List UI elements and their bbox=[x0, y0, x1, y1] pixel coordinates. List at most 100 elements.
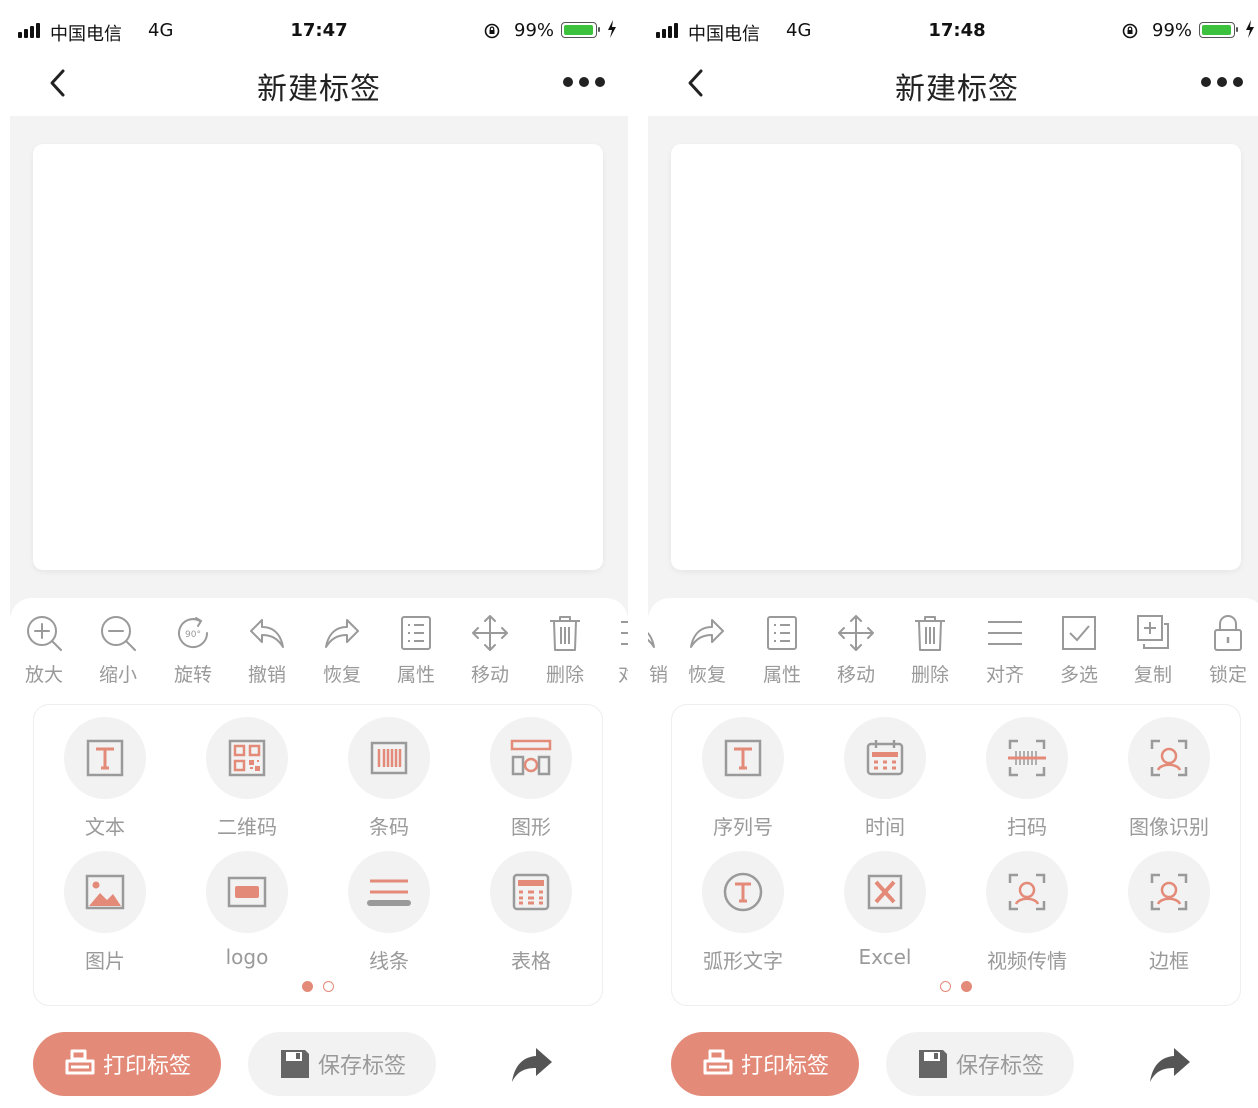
tool-label: 对齐 bbox=[985, 664, 1024, 686]
barcode-icon bbox=[370, 741, 408, 775]
tool-label: 缩小 bbox=[98, 664, 137, 686]
more-icon[interactable] bbox=[1200, 72, 1244, 92]
palette-label: 文本 bbox=[85, 815, 125, 839]
tool-label: 复制 bbox=[1133, 664, 1172, 686]
tool-properties[interactable]: 属性 bbox=[752, 612, 812, 688]
palette-item-shape[interactable]: 图形 bbox=[460, 717, 602, 839]
tool-label: 恢复 bbox=[687, 664, 726, 686]
save-label-text: 保存标签 bbox=[317, 1054, 406, 1079]
orientation-lock-icon bbox=[1122, 23, 1138, 39]
line-icon bbox=[367, 879, 411, 906]
palette-item-serial-number[interactable]: 序列号 bbox=[672, 717, 814, 839]
status-bar: 中国电信 4G 17:47 99% bbox=[10, 0, 628, 60]
properties-icon bbox=[767, 616, 797, 650]
tool-delete[interactable]: 删除 bbox=[535, 612, 595, 688]
palette-label: 视频传情 bbox=[987, 949, 1067, 973]
palette-item-arc-text[interactable]: 弧形文字 bbox=[672, 851, 814, 973]
move-icon bbox=[838, 615, 874, 651]
page-title: 新建标签 bbox=[257, 72, 381, 107]
battery-icon bbox=[561, 22, 600, 38]
palette-item-scan[interactable]: 扫码 bbox=[956, 717, 1098, 839]
tool-undo[interactable]: 销 bbox=[648, 612, 668, 688]
tool-zoom-in[interactable]: 放大 bbox=[14, 612, 74, 688]
undo-icon bbox=[648, 631, 655, 648]
palette-label: logo bbox=[225, 945, 269, 969]
page-indicator bbox=[34, 981, 602, 995]
palette-label: 图片 bbox=[85, 949, 125, 973]
tool-multiselect[interactable]: 多选 bbox=[1049, 612, 1109, 688]
tool-copy[interactable]: 复制 bbox=[1123, 612, 1183, 688]
page-dot-active[interactable] bbox=[961, 981, 972, 992]
print-label-button[interactable]: 打印标签 bbox=[33, 1032, 221, 1096]
redo-icon bbox=[690, 619, 724, 648]
tool-lock[interactable]: 锁定 bbox=[1198, 612, 1258, 688]
page-dot-active[interactable] bbox=[302, 981, 313, 992]
palette-item-time[interactable]: 时间 bbox=[814, 717, 956, 839]
save-label-button[interactable]: 保存标签 bbox=[886, 1032, 1074, 1096]
palette-label: 扫码 bbox=[1007, 815, 1047, 839]
floppy-disk-icon bbox=[280, 1050, 309, 1078]
tool-properties[interactable]: 属性 bbox=[386, 612, 446, 688]
palette-label: 时间 bbox=[865, 815, 905, 839]
print-label-text: 打印标签 bbox=[740, 1054, 829, 1079]
tool-move[interactable]: 移动 bbox=[460, 612, 520, 688]
label-canvas[interactable] bbox=[33, 144, 603, 570]
tool-zoom-out[interactable]: 缩小 bbox=[88, 612, 148, 688]
tool-panel: 销 恢复 属性 移动 删除 对齐 多选 复制 锁定 序列号 时间 扫码 图像识别… bbox=[648, 598, 1258, 1108]
tool-delete[interactable]: 删除 bbox=[900, 612, 960, 688]
share-icon[interactable] bbox=[1148, 1044, 1192, 1084]
logo-icon bbox=[227, 876, 267, 908]
more-icon[interactable] bbox=[562, 72, 606, 92]
palette-item-logo[interactable]: logo bbox=[176, 851, 318, 971]
palette-item-excel[interactable]: Excel bbox=[814, 851, 956, 971]
scan-icon bbox=[1008, 739, 1046, 777]
lock-icon bbox=[1214, 615, 1242, 651]
tool-label: 移动 bbox=[470, 664, 509, 686]
tool-rotate[interactable]: 90° 旋转 bbox=[163, 612, 223, 688]
palette-item-barcode[interactable]: 条码 bbox=[318, 717, 460, 839]
move-icon bbox=[472, 615, 508, 651]
palette-item-table[interactable]: 表格 bbox=[460, 851, 602, 973]
label-canvas[interactable] bbox=[671, 144, 1241, 570]
palette-label: 序列号 bbox=[713, 815, 773, 839]
delete-icon bbox=[915, 616, 945, 651]
palette-item-text[interactable]: 文本 bbox=[34, 717, 176, 839]
palette-item-image-recognition[interactable]: 图像识别 bbox=[1098, 717, 1240, 839]
tool-label: 旋转 bbox=[173, 664, 212, 686]
tool-undo[interactable]: 撤销 bbox=[237, 612, 297, 688]
tool-label: 属性 bbox=[396, 664, 435, 686]
tool-panel: 放大 缩小 90° 旋转 撤销 恢复 属性 移动 删除 对 文本 二维码 条码 … bbox=[10, 598, 628, 1108]
tool-align[interactable]: 对齐 bbox=[975, 612, 1035, 688]
svg-text:90°: 90° bbox=[185, 630, 201, 640]
text-icon bbox=[86, 739, 124, 777]
page-dot[interactable] bbox=[323, 981, 334, 992]
save-label-button[interactable]: 保存标签 bbox=[248, 1032, 436, 1096]
page-title: 新建标签 bbox=[895, 72, 1019, 107]
tool-redo[interactable]: 恢复 bbox=[677, 612, 737, 688]
nav-bar: 新建标签 bbox=[10, 60, 628, 116]
palette-item-line[interactable]: 线条 bbox=[318, 851, 460, 973]
palette-item-qrcode[interactable]: 二维码 bbox=[176, 717, 318, 839]
tool-move[interactable]: 移动 bbox=[826, 612, 886, 688]
page-dot[interactable] bbox=[940, 981, 951, 992]
tool-label: 属性 bbox=[762, 664, 801, 686]
printer-icon bbox=[703, 1049, 733, 1075]
charging-icon bbox=[608, 20, 616, 38]
palette-label: 条码 bbox=[369, 815, 409, 839]
text-icon bbox=[724, 739, 762, 777]
print-label-button[interactable]: 打印标签 bbox=[671, 1032, 859, 1096]
multiselect-icon bbox=[1062, 616, 1096, 650]
shape-icon bbox=[510, 739, 552, 776]
share-icon[interactable] bbox=[510, 1044, 554, 1084]
tool-align[interactable]: 对 bbox=[618, 612, 628, 688]
palette-item-image[interactable]: 图片 bbox=[34, 851, 176, 973]
palette-label: 线条 bbox=[369, 949, 409, 973]
battery-icon bbox=[1199, 22, 1238, 38]
delete-icon bbox=[550, 616, 580, 651]
tool-label: 锁定 bbox=[1208, 664, 1247, 686]
palette-item-video[interactable]: 视频传情 bbox=[956, 851, 1098, 973]
palette-item-border[interactable]: 边框 bbox=[1098, 851, 1240, 973]
align-icon bbox=[988, 621, 1022, 645]
tool-redo[interactable]: 恢复 bbox=[312, 612, 372, 688]
border-icon bbox=[1150, 873, 1188, 911]
